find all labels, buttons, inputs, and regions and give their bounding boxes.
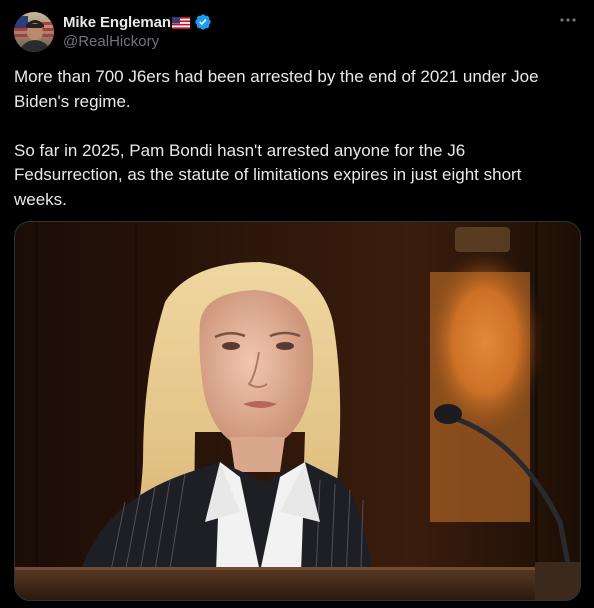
post-header: Mike Engleman @RealHickory [63,12,212,52]
author-handle[interactable]: @RealHickory [63,33,212,50]
author-display-name[interactable]: Mike Engleman [63,14,171,31]
more-options-icon[interactable] [558,10,578,30]
us-flag-icon [171,16,190,29]
post-text: More than 700 J6ers had been arrested by… [14,67,539,209]
avatar[interactable] [14,12,54,52]
author-name-row: Mike Engleman [63,12,212,32]
post-media-photo[interactable] [14,221,581,601]
tweet: Mike Engleman @RealHickory More than 700… [0,0,594,608]
avatar-image [14,12,54,52]
hearing-photo [15,222,580,600]
verified-badge-icon [194,13,212,31]
